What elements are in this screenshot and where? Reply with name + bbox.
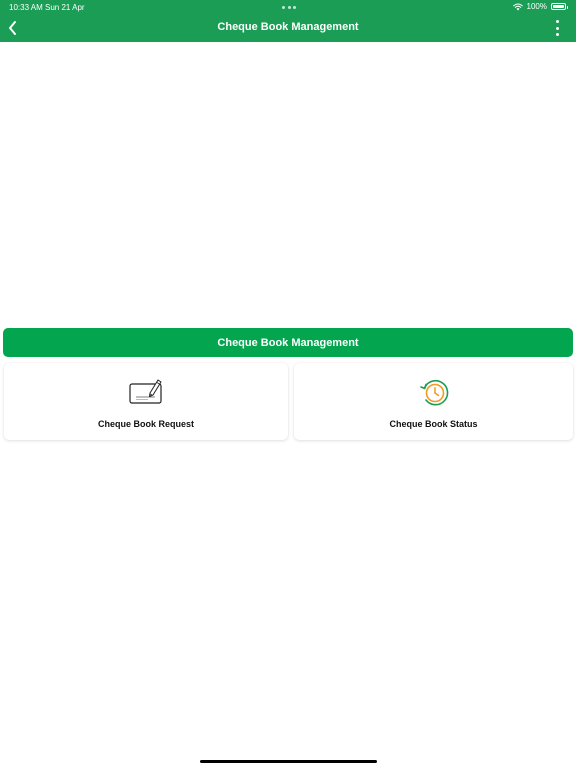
clock-history-icon <box>419 379 448 406</box>
page-title: Cheque Book Management <box>217 21 359 33</box>
cheque-book-request-card[interactable]: Cheque Book Request <box>4 363 288 440</box>
multitasking-dots[interactable] <box>282 6 296 9</box>
wifi-icon <box>512 3 523 10</box>
status-bar: 10:33 AM Sun 21 Apr 100% <box>0 0 576 14</box>
screen: 10:33 AM Sun 21 Apr 100% Cheque Book Man… <box>0 0 576 768</box>
more-options-button[interactable] <box>552 19 562 37</box>
cheque-pen-icon <box>129 379 162 404</box>
status-time: 10:33 AM <box>9 3 43 12</box>
battery-percentage: 100% <box>526 2 547 11</box>
vertical-ellipsis-icon <box>555 20 559 23</box>
card-label: Cheque Book Request <box>97 419 194 429</box>
battery-icon <box>551 3 568 10</box>
card-label: Cheque Book Status <box>389 419 478 429</box>
status-indicators: 100% <box>512 2 568 11</box>
cheque-book-status-card[interactable]: Cheque Book Status <box>294 363 573 440</box>
section-banner[interactable]: Cheque Book Management <box>3 328 573 357</box>
status-date: Sun 21 Apr <box>45 3 85 12</box>
app-header: 10:33 AM Sun 21 Apr 100% Cheque Book Man… <box>0 0 576 42</box>
home-indicator[interactable] <box>200 760 377 763</box>
nav-bar: Cheque Book Management <box>0 14 576 42</box>
